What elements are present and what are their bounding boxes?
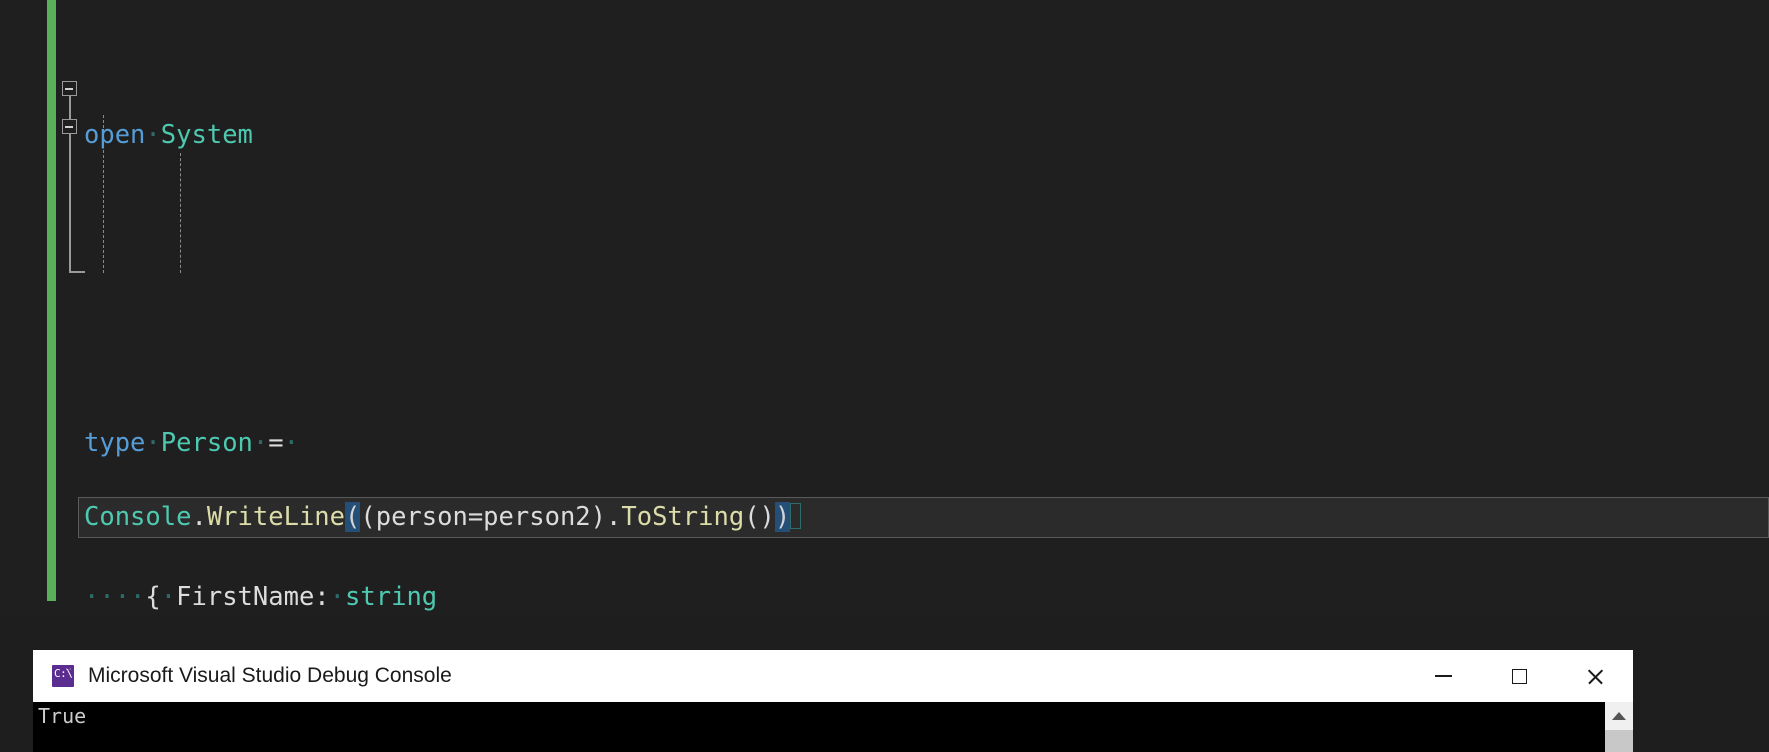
code-line-2[interactable]: [84, 270, 1769, 309]
maximize-button[interactable]: [1481, 650, 1557, 702]
text-caret: [790, 503, 802, 529]
matching-brace-close: ): [774, 502, 791, 532]
console-titlebar[interactable]: C:\ ·· Microsoft Visual Studio Debug Con…: [33, 650, 1633, 702]
chevron-up-icon: [1612, 712, 1626, 720]
token-paren-open: (: [360, 502, 376, 532]
token-method-writeline: WriteLine: [206, 502, 345, 532]
window-controls[interactable]: [1405, 650, 1633, 702]
minimize-icon: [1434, 675, 1452, 677]
maximize-icon: [1511, 668, 1527, 684]
token-type-string: string: [345, 581, 438, 612]
token-class-console: Console: [84, 502, 192, 532]
code-line-14[interactable]: Console.WriteLine((person=person2).ToStr…: [84, 497, 802, 538]
whitespace-dot: ·: [329, 581, 346, 612]
editor-left-margin: [0, 0, 47, 615]
screen: open·System type·Person·=· ····{·FirstNa…: [0, 0, 1769, 752]
cmd-prompt-icon: C:\ ··: [52, 665, 74, 687]
whitespace-dot: ·: [283, 427, 299, 458]
code-line-4[interactable]: ····{·FirstName:·string: [84, 578, 1769, 616]
token-dot: .: [191, 502, 207, 532]
close-icon: [1586, 667, 1605, 686]
change-indicator-bar: [47, 0, 56, 601]
token-keyword-type: type: [84, 427, 146, 458]
fold-toggle-record-fields[interactable]: [62, 119, 77, 134]
whitespace-dot: ·: [145, 119, 161, 150]
token-parens: (): [744, 502, 775, 532]
fold-connector-line: [69, 96, 71, 119]
code-editor[interactable]: open·System type·Person·=· ····{·FirstNa…: [0, 0, 1769, 615]
token-paren-close: ): [590, 502, 607, 532]
token-keyword-open: open: [84, 119, 146, 150]
whitespace-dot: ·: [252, 427, 269, 458]
debug-console-window[interactable]: C:\ ·· Microsoft Visual Studio Debug Con…: [33, 650, 1633, 752]
fold-region-line: [69, 134, 71, 272]
whitespace-dot: ·: [160, 581, 177, 612]
token-method-tostring: ToString: [621, 502, 745, 532]
token-var-person: person=person2: [375, 502, 591, 532]
token-open-brace: {: [145, 581, 161, 612]
console-output-line: True: [38, 704, 87, 728]
fold-region-foot: [69, 271, 85, 273]
whitespace-dot: ·: [145, 427, 161, 458]
code-line-1[interactable]: open·System: [84, 116, 1769, 155]
token-namespace-system: System: [160, 119, 253, 150]
matching-brace-open: (: [345, 502, 361, 532]
fold-toggle-type-person[interactable]: [62, 81, 77, 96]
whitespace-dots: ····: [84, 581, 146, 612]
minimize-button[interactable]: [1405, 650, 1481, 702]
code-line-3[interactable]: type·Person·=·: [84, 424, 1769, 463]
console-output-area[interactable]: True: [33, 702, 1633, 752]
token-dot: .: [606, 502, 622, 532]
cmd-prompt-icon-dots: ··: [64, 666, 72, 673]
token-equals: =: [268, 427, 284, 458]
close-button[interactable]: [1557, 650, 1633, 702]
scroll-up-button[interactable]: [1605, 702, 1633, 730]
token-field-firstname: FirstName:: [176, 581, 330, 612]
console-scrollbar[interactable]: [1605, 702, 1633, 752]
console-window-title: Microsoft Visual Studio Debug Console: [88, 664, 452, 687]
token-type-person: Person: [160, 427, 253, 458]
